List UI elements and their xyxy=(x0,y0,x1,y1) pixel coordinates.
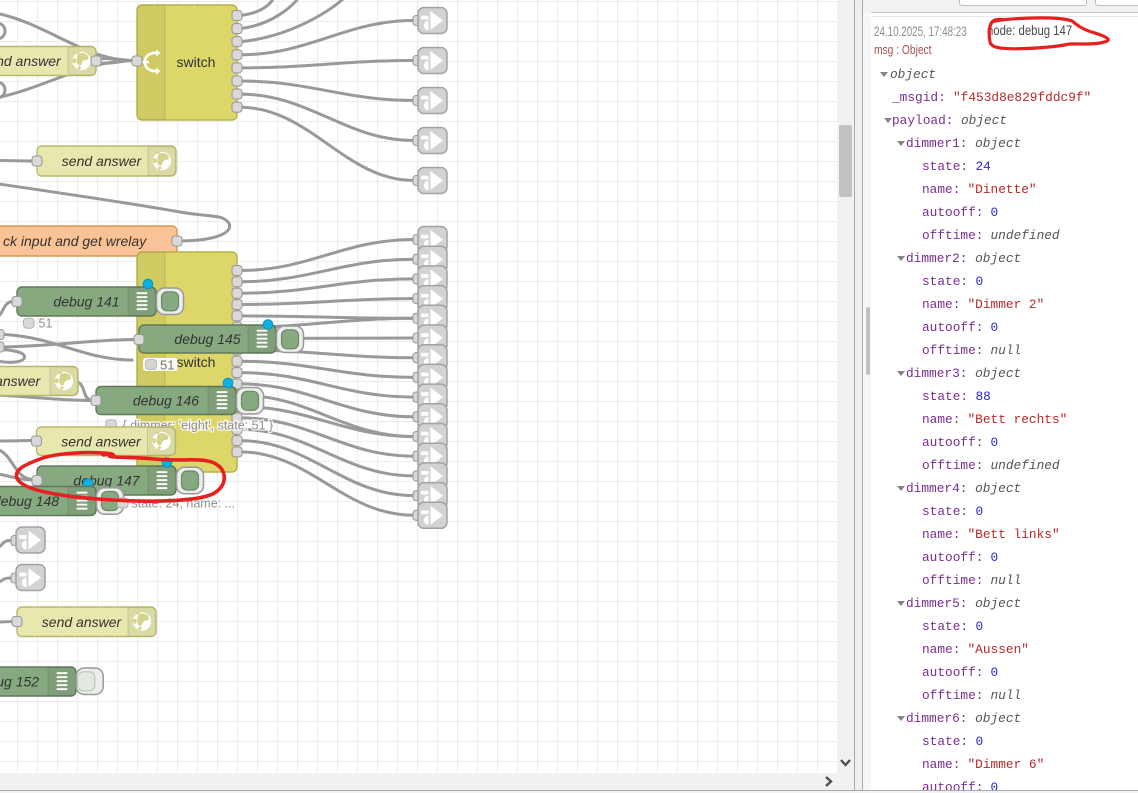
svg-text:send answer: send answer xyxy=(0,53,62,69)
svg-text:send answer: send answer xyxy=(62,153,143,169)
svg-text:ck input and get wrelay: ck input and get wrelay xyxy=(3,233,147,249)
svg-text:51: 51 xyxy=(160,358,174,373)
svg-text:send answer: send answer xyxy=(42,614,123,630)
svg-text:debug 145: debug 145 xyxy=(174,331,240,347)
svg-text:51: 51 xyxy=(39,317,53,331)
svg-text:debug 146: debug 146 xyxy=(133,393,199,409)
svg-text:debug 152: debug 152 xyxy=(0,674,39,690)
svg-text:send answer: send answer xyxy=(61,433,142,449)
svg-text:debug 141: debug 141 xyxy=(53,294,119,310)
svg-text:send answer: send answer xyxy=(0,373,42,389)
svg-text:switch: switch xyxy=(177,54,216,70)
svg-text:debug 148: debug 148 xyxy=(0,493,59,509)
svg-text:switch: switch xyxy=(177,354,216,370)
